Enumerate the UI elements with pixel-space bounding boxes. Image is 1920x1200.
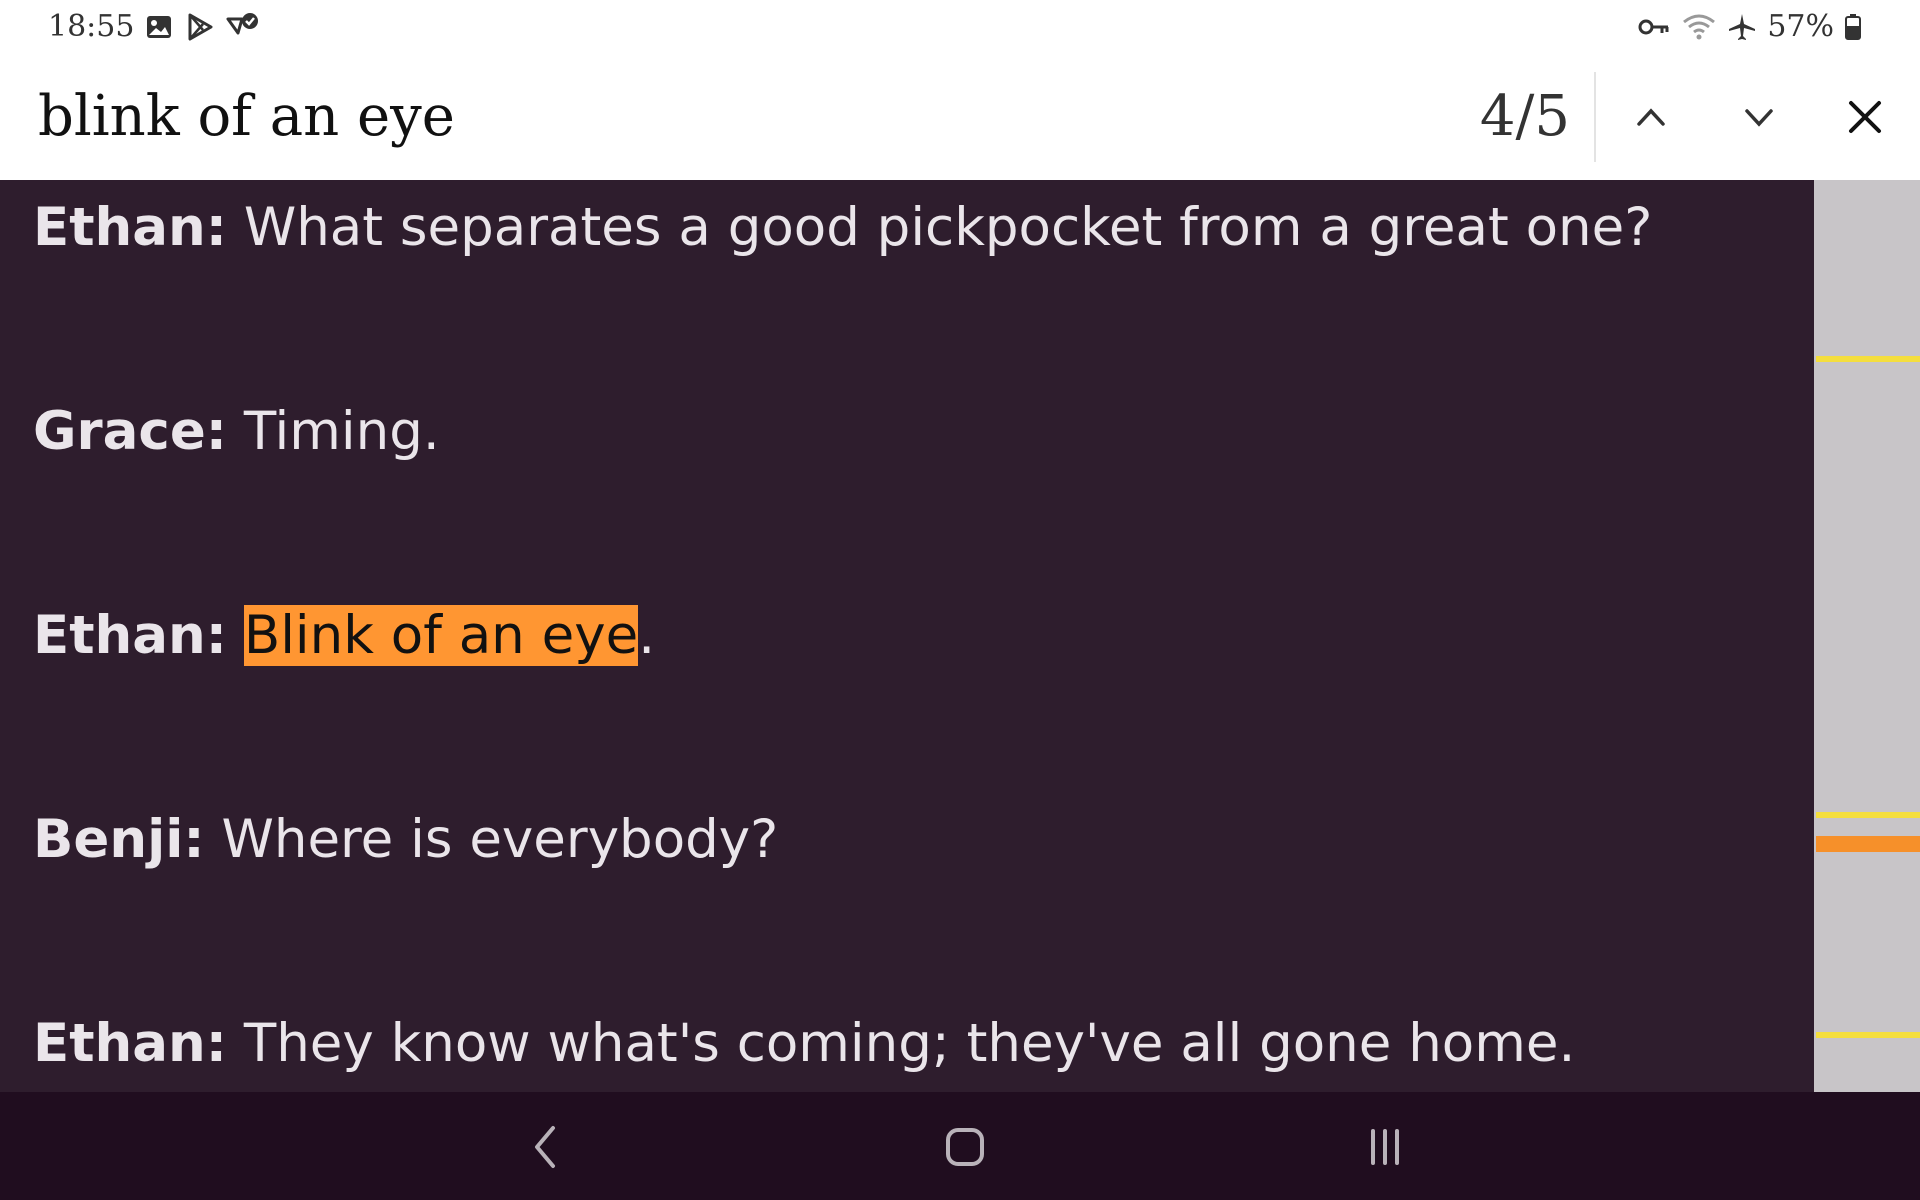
speaker-name: Grace: bbox=[33, 401, 227, 462]
match-marker[interactable] bbox=[1816, 356, 1920, 362]
close-icon bbox=[1849, 101, 1881, 133]
transcript-line: Ethan: Blink of an eye. bbox=[33, 600, 655, 672]
chevron-down-icon bbox=[1745, 109, 1773, 127]
transcript-line: Ethan: They know what's coming; they've … bbox=[33, 1008, 1575, 1080]
next-match-button[interactable] bbox=[1724, 82, 1794, 152]
key-icon bbox=[1637, 15, 1671, 39]
scrollbar-match-track[interactable] bbox=[1814, 180, 1920, 1092]
find-in-page-bar: 4/5 bbox=[0, 56, 1920, 180]
battery-level: 57% bbox=[1767, 9, 1834, 44]
chevron-up-icon bbox=[1637, 108, 1665, 126]
line-text: What separates a good pickpocket from a … bbox=[226, 197, 1653, 258]
status-time: 18:55 bbox=[48, 9, 135, 44]
speaker-name: Ethan: bbox=[33, 1013, 227, 1074]
match-marker[interactable] bbox=[1816, 812, 1920, 818]
status-left: 18:55 bbox=[48, 9, 260, 44]
line-text: Where is everybody? bbox=[204, 809, 779, 870]
speaker-name: Ethan: bbox=[33, 605, 227, 666]
speaker-name: Ethan: bbox=[33, 197, 227, 258]
recents-button[interactable] bbox=[1350, 1114, 1420, 1180]
line-text-pre bbox=[227, 605, 244, 666]
match-marker[interactable] bbox=[1816, 1032, 1920, 1038]
transcript-line: Grace: Timing. bbox=[33, 396, 440, 468]
wifi-icon bbox=[1681, 12, 1717, 42]
current-match-highlight: Blink of an eye bbox=[243, 605, 639, 666]
home-icon bbox=[946, 1128, 984, 1166]
match-counter: 4/5 bbox=[1479, 84, 1570, 149]
battery-icon bbox=[1844, 13, 1862, 41]
back-button[interactable] bbox=[510, 1114, 580, 1180]
line-text: They know what's coming; they've all gon… bbox=[226, 1013, 1576, 1074]
speaker-name: Benji: bbox=[33, 809, 205, 870]
status-right: 57% bbox=[1637, 9, 1862, 44]
close-find-button[interactable] bbox=[1830, 82, 1900, 152]
current-match-marker[interactable] bbox=[1816, 836, 1920, 852]
status-bar: 18:55 57% bbox=[0, 0, 1920, 56]
recents-icon bbox=[1371, 1129, 1399, 1165]
gallery-icon bbox=[144, 12, 174, 42]
transcript-content: Ethan: What separates a good pickpocket … bbox=[0, 180, 1814, 1092]
line-text: Timing. bbox=[226, 401, 440, 462]
divider bbox=[1594, 72, 1596, 162]
find-input[interactable] bbox=[38, 78, 1338, 154]
back-icon bbox=[535, 1126, 555, 1168]
line-text-post: . bbox=[638, 605, 656, 666]
airplane-icon bbox=[1727, 12, 1757, 42]
check-badge-icon bbox=[226, 11, 260, 43]
previous-match-button[interactable] bbox=[1616, 82, 1686, 152]
home-button[interactable] bbox=[930, 1114, 1000, 1180]
navigation-bar bbox=[0, 1092, 1920, 1200]
transcript-line: Ethan: What separates a good pickpocket … bbox=[33, 192, 1652, 264]
play-store-icon bbox=[184, 11, 216, 43]
transcript-line: Benji: Where is everybody? bbox=[33, 804, 778, 876]
